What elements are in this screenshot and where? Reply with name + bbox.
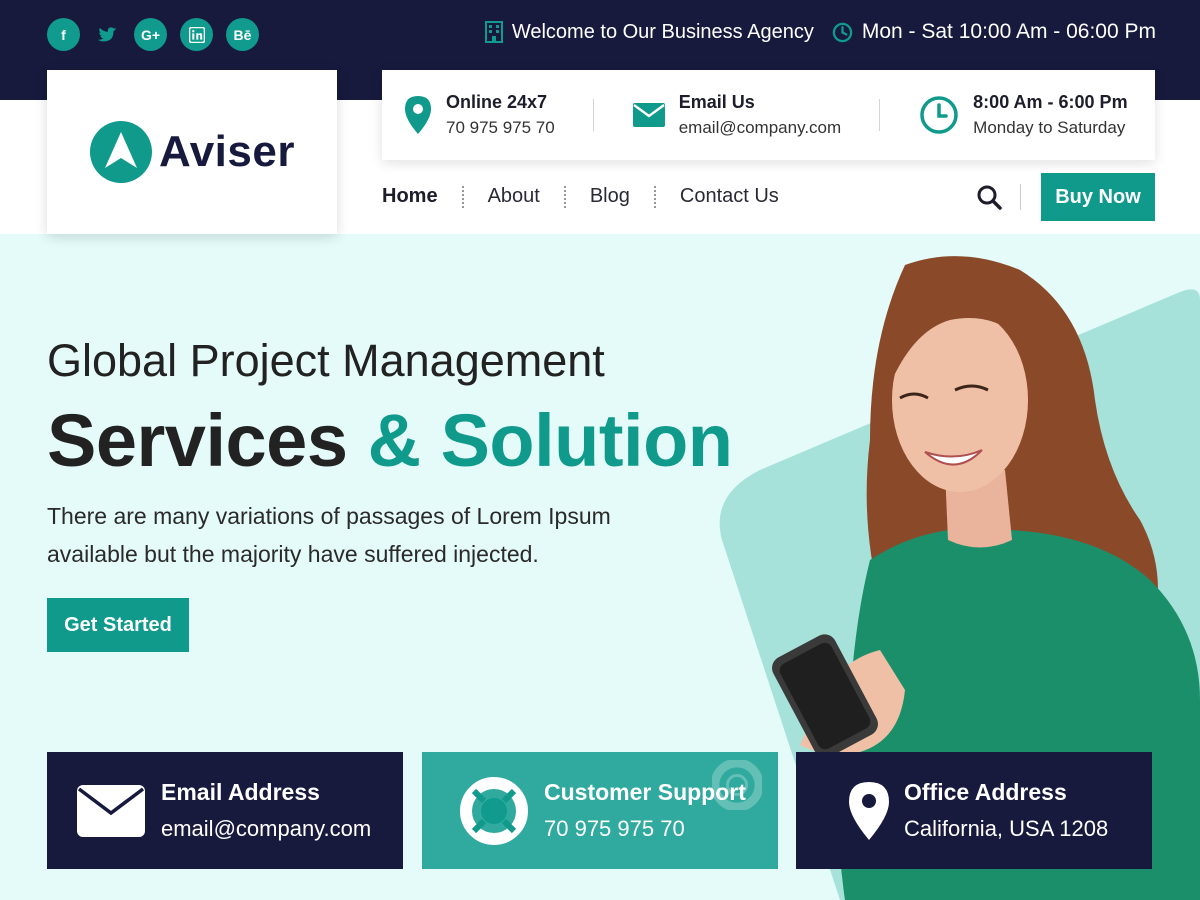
logo-mark-icon (90, 121, 153, 183)
buy-now-button[interactable]: Buy Now (1041, 173, 1155, 221)
nav-separator (653, 185, 656, 208)
magnifier-glyph (977, 185, 1002, 210)
twitter-bird-glyph (97, 26, 117, 41)
hero-description-line: There are many variations of passages of… (47, 503, 611, 529)
feature-card-email[interactable]: Email Address email@company.com (47, 752, 403, 869)
divider (879, 99, 881, 131)
location-pin-icon (405, 96, 431, 134)
envelope-icon (632, 103, 665, 127)
behance-icon[interactable]: Bē (226, 18, 259, 51)
facebook-icon[interactable]: f (47, 18, 80, 51)
top-info: Welcome to Our Business Agency Mon - Sat… (484, 20, 1156, 44)
get-started-button[interactable]: Get Started (47, 598, 189, 652)
nav-separator (461, 185, 464, 208)
hero-description-line: available but the majority have suffered… (47, 541, 539, 567)
info-value: email@company.com (678, 118, 842, 137)
info-title: 8:00 Am - 6:00 Pm (973, 92, 1128, 112)
main-nav: Home About Blog Contact Us (382, 185, 779, 208)
feature-value: California, USA 1208 (904, 816, 1109, 841)
google-plus-icon[interactable]: G+ (134, 18, 167, 51)
feature-title: Office Address (904, 779, 1067, 805)
hero-description: There are many variations of passages of… (47, 497, 667, 573)
opening-hours: Mon - Sat 10:00 Am - 06:00 Pm (832, 20, 1156, 44)
divider (592, 99, 594, 131)
info-title: Email Us (678, 92, 755, 112)
social-links: f G+ Bē (47, 18, 259, 51)
info-online: Online 24x7 70 975 975 70 (404, 92, 555, 138)
logo-text: Aviser (159, 127, 295, 176)
clock-icon (920, 96, 958, 134)
info-title: Online 24x7 (446, 92, 548, 112)
divider (1020, 184, 1021, 210)
nav-item-blog[interactable]: Blog (590, 185, 630, 208)
hero-title-main: Services (47, 399, 348, 482)
nav-item-contact[interactable]: Contact Us (680, 185, 779, 208)
nav-item-home[interactable]: Home (382, 185, 438, 208)
hero-subtitle: Global Project Management (47, 335, 605, 386)
lifebuoy-icon (460, 776, 528, 845)
feature-value: email@company.com (161, 816, 372, 841)
linkedin-glyph (188, 26, 205, 43)
feature-value: 70 975 975 70 (544, 816, 685, 841)
welcome-message: Welcome to Our Business Agency (484, 21, 814, 44)
logo[interactable]: Aviser (47, 70, 337, 234)
feature-title: Email Address (161, 779, 320, 805)
building-icon (484, 21, 503, 43)
feature-card-support[interactable]: Customer Support 70 975 975 70 (422, 752, 778, 869)
nav-separator (563, 185, 566, 208)
envelope-icon (77, 784, 145, 837)
info-hours: 8:00 Am - 6:00 Pm Monday to Saturday (919, 92, 1128, 138)
linkedin-icon[interactable] (180, 18, 213, 51)
info-value: Monday to Saturday (973, 118, 1126, 137)
search-icon[interactable] (976, 184, 1002, 210)
feature-card-office[interactable]: Office Address California, USA 1208 (796, 752, 1152, 869)
nav-item-about[interactable]: About (488, 185, 540, 208)
contact-info-card: Online 24x7 70 975 975 70 Email Us email… (382, 70, 1155, 160)
lifebuoy-watermark-icon (712, 760, 762, 810)
info-email: Email Us email@company.com (632, 92, 842, 138)
clock-icon (832, 22, 853, 42)
location-pin-icon (849, 781, 889, 840)
hero-title: Services & Solution (47, 398, 733, 483)
twitter-icon[interactable] (93, 18, 121, 51)
hero-title-accent: & Solution (367, 399, 733, 482)
info-value: 70 975 975 70 (446, 118, 555, 137)
